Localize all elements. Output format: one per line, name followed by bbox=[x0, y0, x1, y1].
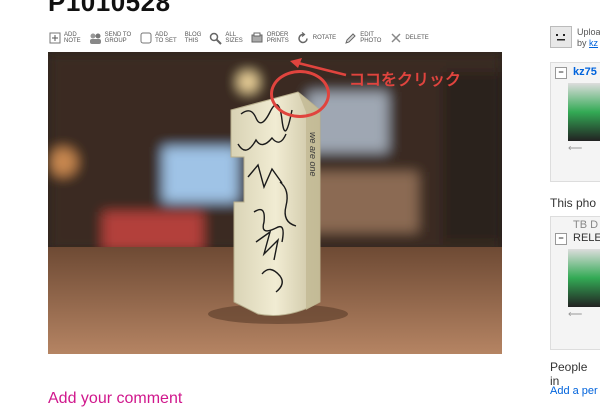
add-note-label: ADD NOTE bbox=[64, 31, 81, 45]
edit-photo-button[interactable]: EDIT PHOTO bbox=[344, 31, 381, 45]
order-prints-label: ORDER PRINTS bbox=[266, 31, 289, 45]
set-thumbnail-1[interactable] bbox=[568, 83, 600, 141]
uploaded-by-text: Uploa bbox=[577, 27, 600, 37]
order-prints-button[interactable]: ORDER PRINTS bbox=[251, 31, 289, 45]
edit-photo-label: EDIT PHOTO bbox=[360, 31, 382, 45]
set-title-1[interactable]: kz75 bbox=[573, 66, 597, 78]
photo-toolbar: ADD NOTE SEND TO GROUP ADD TO SET BLOG T… bbox=[48, 25, 437, 51]
pencil-icon bbox=[344, 31, 357, 45]
set-box-2: TB D − RELE ⟵ bbox=[550, 216, 600, 350]
main-photo[interactable]: we are one bbox=[48, 52, 502, 354]
prev-arrow-icon[interactable]: ⟵ bbox=[551, 141, 600, 156]
annotation-text: ココをクリック bbox=[349, 70, 462, 89]
blog-this-label: BLOG THIS bbox=[184, 31, 202, 45]
uploader-link[interactable]: kz bbox=[589, 38, 598, 48]
prev-arrow-icon[interactable]: ⟵ bbox=[551, 307, 600, 322]
set-title-2-line2[interactable]: RELE bbox=[573, 232, 600, 244]
send-to-group-label: SEND TO GROUP bbox=[104, 31, 132, 45]
all-sizes-button[interactable]: ALL SIZES bbox=[209, 31, 243, 45]
svg-text:we are one: we are one bbox=[308, 132, 318, 177]
add-to-set-label: ADD TO SET bbox=[155, 31, 177, 45]
people-in-photo-text: People in bbox=[550, 360, 588, 388]
blog-this-button[interactable]: BLOG THIS bbox=[185, 32, 202, 45]
this-photo-text: This pho bbox=[550, 196, 597, 210]
right-sidebar: Uploa by kz − kz75 ⟵ This pho TB D − REL… bbox=[550, 0, 600, 400]
delete-icon bbox=[389, 31, 402, 45]
set-thumbnail-2[interactable] bbox=[568, 249, 600, 307]
add-comment-link[interactable]: Add your comment bbox=[48, 390, 182, 408]
collapse-icon[interactable]: − bbox=[555, 233, 567, 245]
by-text: by bbox=[577, 38, 590, 48]
uploader-info: Uploa by kz bbox=[577, 27, 600, 49]
rotate-label: ROTATE bbox=[312, 34, 337, 41]
send-to-group-icon bbox=[89, 31, 102, 45]
all-sizes-label: ALL SIZES bbox=[225, 31, 243, 45]
add-to-set-icon bbox=[139, 31, 152, 45]
add-note-button[interactable]: ADD NOTE bbox=[48, 31, 81, 45]
set-title-2-line1: TB D bbox=[573, 219, 599, 231]
annotation-arrow bbox=[290, 58, 347, 77]
add-to-set-button[interactable]: ADD TO SET bbox=[139, 31, 177, 45]
rotate-button[interactable]: ROTATE bbox=[297, 31, 336, 45]
collapse-icon[interactable]: − bbox=[555, 67, 567, 79]
add-note-icon bbox=[48, 31, 61, 45]
order-prints-icon bbox=[251, 31, 264, 45]
set-box-1: − kz75 ⟵ bbox=[550, 62, 600, 182]
magnifier-icon bbox=[209, 31, 223, 45]
delete-label: DELETE bbox=[405, 34, 429, 41]
delete-button[interactable]: DELETE bbox=[389, 31, 429, 45]
send-to-group-button[interactable]: SEND TO GROUP bbox=[89, 31, 131, 45]
rotate-icon bbox=[297, 31, 310, 45]
add-person-link[interactable]: Add a per bbox=[550, 385, 598, 397]
page-title: P1010528 bbox=[48, 0, 171, 17]
avatar[interactable] bbox=[550, 26, 572, 48]
